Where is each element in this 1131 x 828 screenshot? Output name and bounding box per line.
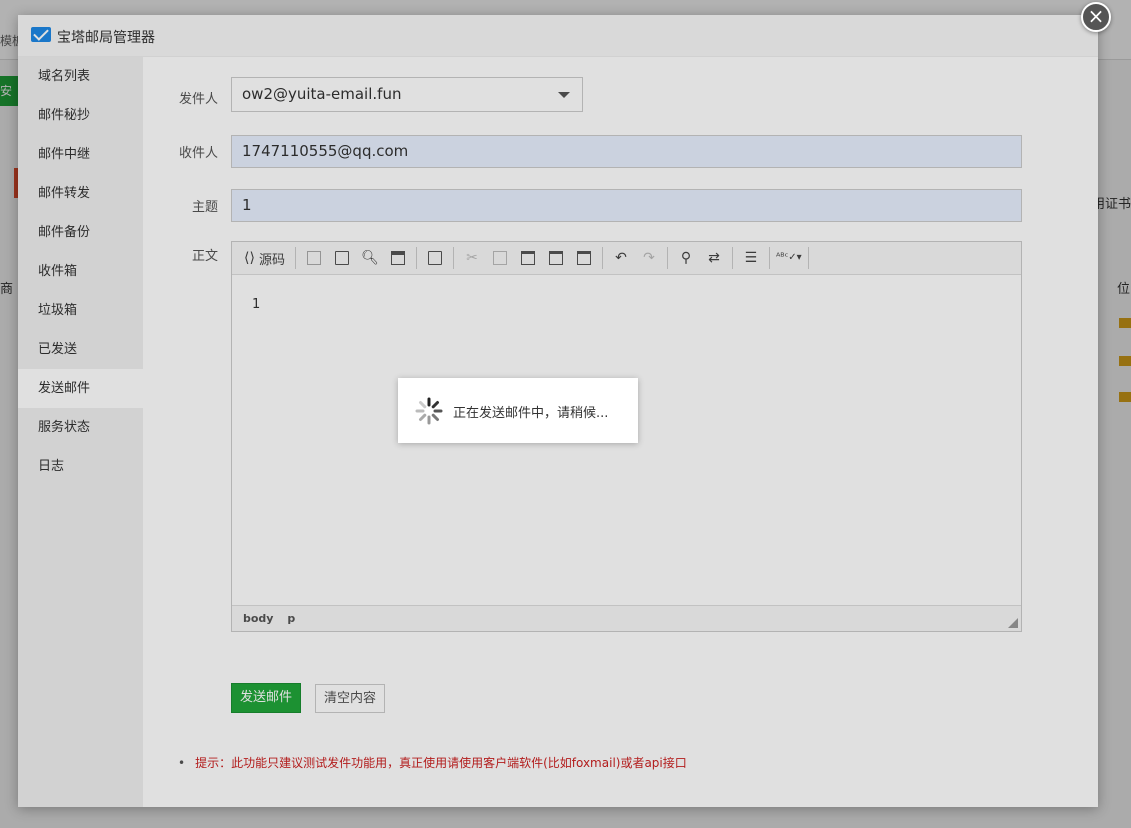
loading-dialog: 正在发送邮件中，请稍候...: [398, 378, 638, 443]
loading-spinner-icon: [415, 397, 443, 425]
loading-text: 正在发送邮件中，请稍候...: [453, 406, 609, 421]
close-button[interactable]: ×: [1081, 2, 1111, 32]
mail-manager-modal: 宝塔邮局管理器 域名列表 邮件秘抄 邮件中继 邮件转发 邮件备份 收件箱 垃圾箱…: [18, 2, 1111, 807]
